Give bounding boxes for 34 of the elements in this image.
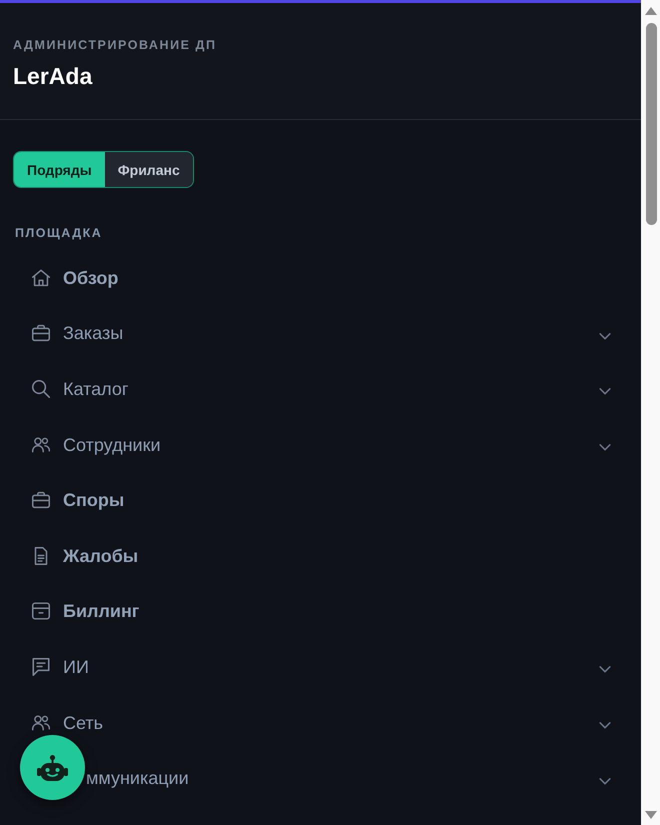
chat-icon	[32, 658, 50, 676]
document-icon	[32, 546, 50, 565]
chevron-down-icon	[599, 778, 611, 785]
chevron-down-icon	[599, 666, 611, 674]
briefcase-icon	[32, 324, 50, 342]
robot-icon	[37, 754, 68, 780]
nav-item[interactable]: Жалобы	[16, 528, 625, 584]
chevron-down-icon	[599, 388, 611, 396]
nav-item[interactable]: Сотрудники	[16, 416, 625, 472]
nav-item[interactable]: Биллинг	[16, 584, 625, 640]
scrollbar-thumb[interactable]	[646, 23, 656, 225]
nav-item[interactable]: Сеть	[16, 694, 625, 750]
arrow-down-icon[interactable]	[644, 811, 656, 819]
users-icon	[32, 436, 50, 454]
section-heading: ПЛОЩАДКА	[15, 226, 104, 241]
app-title: LerAda	[13, 62, 94, 90]
chevron-down-icon	[599, 332, 611, 340]
nav-item[interactable]: Заказы	[16, 306, 625, 362]
search-icon	[32, 380, 50, 398]
arrow-up-icon[interactable]	[644, 7, 656, 15]
header-subtitle: АДМИНИСТРИРОВАНИЕ ДП	[13, 38, 218, 53]
chevron-down-icon	[599, 722, 611, 730]
home-icon	[32, 268, 50, 287]
briefcase-icon	[32, 491, 50, 510]
mode-tab[interactable]: Подряды	[14, 152, 105, 187]
scrollbar[interactable]	[641, 0, 660, 825]
users-icon	[32, 714, 50, 732]
nav-item[interactable]: Каталог	[16, 361, 625, 417]
nav-item[interactable]: Обзор	[16, 250, 625, 306]
archive-icon	[32, 602, 50, 620]
nav-item[interactable]: ИИ	[16, 639, 625, 695]
nav-item[interactable]: ммуникации	[16, 750, 625, 806]
nav-item[interactable]: Споры	[16, 472, 625, 528]
chevron-down-icon	[599, 444, 611, 452]
